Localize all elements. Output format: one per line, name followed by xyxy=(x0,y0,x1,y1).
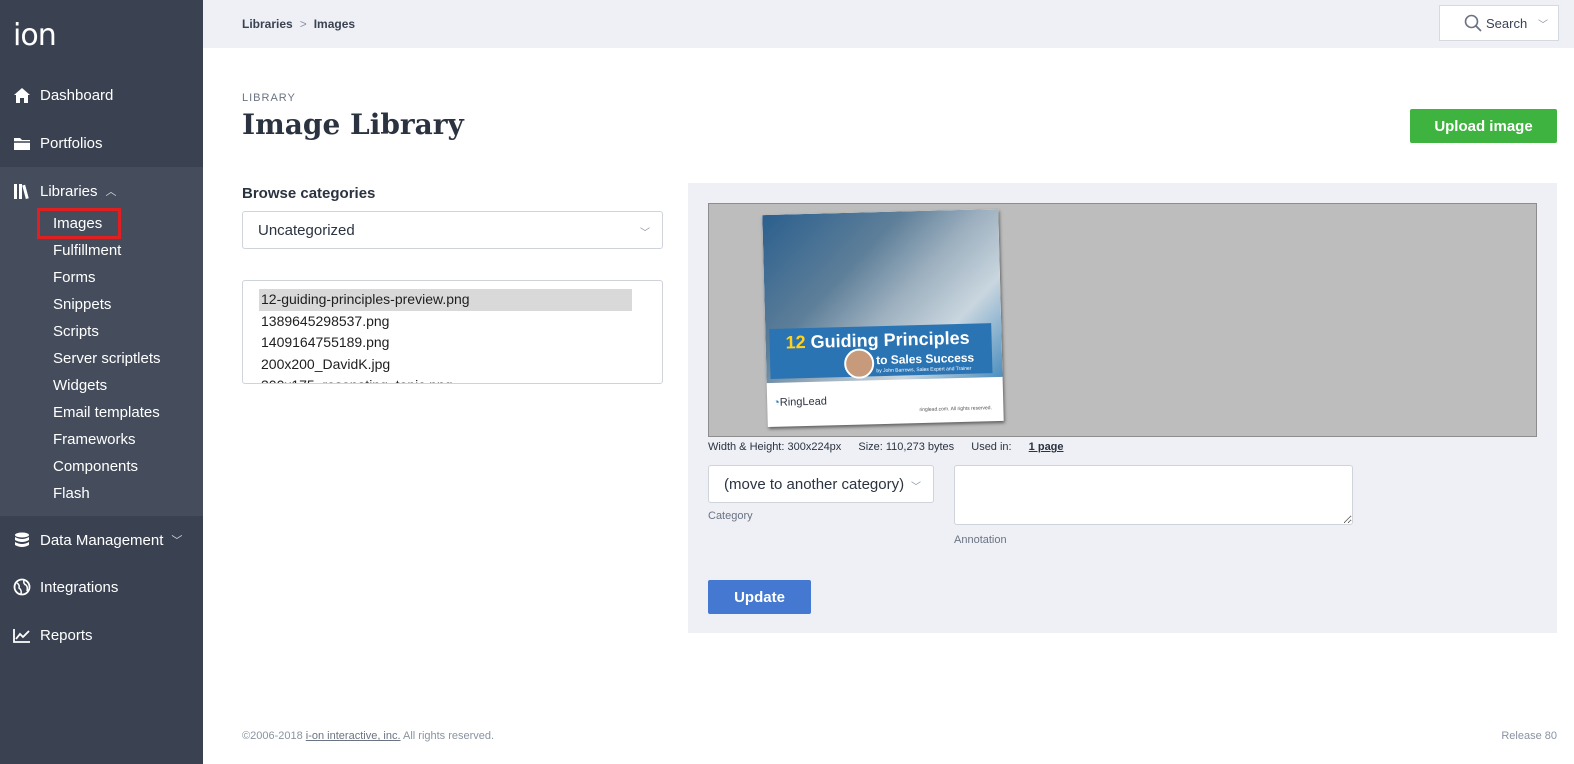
list-item[interactable]: 300x175_resonating_topic.png xyxy=(259,375,632,383)
thumbnail-footer: ringlead.com. All rights reserved. xyxy=(919,405,993,414)
image-detail-panel: 12 Guiding Principles to Sales Success b… xyxy=(688,183,1557,633)
move-category-value: (move to another category) xyxy=(724,475,905,493)
image-meta: Width & Height: 300x224px Size: 110,273 … xyxy=(708,441,1078,453)
file-list[interactable]: 12-guiding-principles-preview.png 138964… xyxy=(242,280,663,384)
thumbnail-brand: ◔RingLead xyxy=(773,395,827,408)
sidebar-sub-snippets[interactable]: Snippets xyxy=(53,296,111,313)
sidebar-sub-forms[interactable]: Forms xyxy=(53,269,96,286)
image-size: Size: 110,273 bytes xyxy=(858,441,955,453)
move-category-select[interactable]: (move to another category) ﹀ xyxy=(708,465,934,503)
category-select-value: Uncategorized xyxy=(258,221,355,239)
category-select[interactable]: Uncategorized ﹀ xyxy=(242,211,663,249)
sidebar-item-data-management[interactable]: Data Management ﹀ xyxy=(0,520,203,560)
sidebar: ion Dashboard Portfolios Libraries ︿ Ima… xyxy=(0,0,203,764)
used-in-link[interactable]: 1 page xyxy=(1029,441,1064,453)
image-thumbnail: 12 Guiding Principles to Sales Success b… xyxy=(762,208,1004,428)
company-link[interactable]: i-on interactive, inc. xyxy=(306,730,401,742)
update-button[interactable]: Update xyxy=(708,580,811,614)
sidebar-item-label: Reports xyxy=(40,626,93,644)
sidebar-sub-frameworks[interactable]: Frameworks xyxy=(53,431,136,448)
sidebar-sub-scripts[interactable]: Scripts xyxy=(53,323,99,340)
database-icon xyxy=(13,531,31,549)
breadcrumb-libraries[interactable]: Libraries xyxy=(242,17,293,31)
sidebar-item-label: Libraries xyxy=(40,182,98,200)
list-item[interactable]: 200x200_DavidK.jpg xyxy=(259,354,632,376)
sidebar-sub-flash[interactable]: Flash xyxy=(53,485,90,502)
copyright: ©2006-2018 xyxy=(242,730,303,742)
upload-image-button[interactable]: Upload image xyxy=(1410,109,1557,143)
sidebar-item-label: Integrations xyxy=(40,578,119,596)
sidebar-sub-fulfillment[interactable]: Fulfillment xyxy=(53,242,121,259)
sidebar-item-dashboard[interactable]: Dashboard xyxy=(0,75,203,115)
search-label: Search xyxy=(1486,15,1528,31)
chart-icon xyxy=(13,626,31,644)
thumbnail-number: 12 xyxy=(785,332,806,353)
sidebar-sub-server-scriptlets[interactable]: Server scriptlets xyxy=(53,350,161,367)
sidebar-sub-components[interactable]: Components xyxy=(53,458,138,475)
used-in: Used in: 1 page xyxy=(971,441,1063,453)
image-dimensions: Width & Height: 300x224px xyxy=(708,441,842,453)
chevron-down-icon: ﹀ xyxy=(911,482,921,493)
image-preview: 12 Guiding Principles to Sales Success b… xyxy=(708,203,1537,437)
top-bar: Libraries > Images Search ﹀ xyxy=(203,0,1574,48)
chevron-down-icon: ﹀ xyxy=(640,228,650,239)
rights-text: All rights reserved. xyxy=(403,730,495,742)
books-icon xyxy=(13,182,31,200)
folder-icon xyxy=(13,134,31,152)
thumbnail-title-text: Guiding Principles xyxy=(810,327,970,352)
annotation-caption: Annotation xyxy=(954,534,1007,546)
sidebar-sub-email-templates[interactable]: Email templates xyxy=(53,404,160,421)
sidebar-item-reports[interactable]: Reports xyxy=(0,615,203,655)
breadcrumb-separator: > xyxy=(299,17,307,31)
chevron-down-icon: ﹀ xyxy=(171,535,183,547)
search-icon xyxy=(1464,14,1482,35)
chevron-down-icon: ﹀ xyxy=(1538,20,1548,31)
breadcrumb: Libraries > Images xyxy=(242,17,355,31)
category-caption: Category xyxy=(708,510,753,522)
list-item[interactable]: 1409164755189.png xyxy=(259,332,632,354)
home-icon xyxy=(13,86,31,104)
sidebar-item-label: Data Management xyxy=(40,531,164,549)
footer: ©2006-2018 i-on interactive, inc. All ri… xyxy=(242,730,494,742)
chevron-up-icon: ︿ xyxy=(105,186,117,198)
globe-icon xyxy=(13,578,31,596)
browse-categories-label: Browse categories xyxy=(242,185,376,202)
sidebar-item-label: Portfolios xyxy=(40,134,103,152)
sidebar-item-portfolios[interactable]: Portfolios xyxy=(0,123,203,163)
page-title: Image Library xyxy=(242,108,464,141)
list-item[interactable]: 12-guiding-principles-preview.png xyxy=(259,289,632,311)
ion-logo[interactable]: ion xyxy=(13,18,57,53)
search-dropdown[interactable]: Search ﹀ xyxy=(1439,5,1559,41)
thumbnail-subtitle: to Sales Success xyxy=(875,350,975,368)
sidebar-item-libraries[interactable]: Libraries ︿ xyxy=(0,171,203,211)
sidebar-item-integrations[interactable]: Integrations xyxy=(0,567,203,607)
annotation-field[interactable] xyxy=(954,465,1353,525)
page-eyebrow: LIBRARY xyxy=(242,92,296,104)
breadcrumb-images: Images xyxy=(313,17,356,31)
selection-highlight xyxy=(37,208,121,239)
release-label: Release 80 xyxy=(1501,730,1557,742)
thumbnail-brand-text: RingLead xyxy=(779,395,828,409)
list-item[interactable]: 1389645298537.png xyxy=(259,311,632,333)
sidebar-item-label: Dashboard xyxy=(40,86,114,104)
sidebar-sub-widgets[interactable]: Widgets xyxy=(53,377,107,394)
used-in-label: Used in: xyxy=(971,441,1012,453)
